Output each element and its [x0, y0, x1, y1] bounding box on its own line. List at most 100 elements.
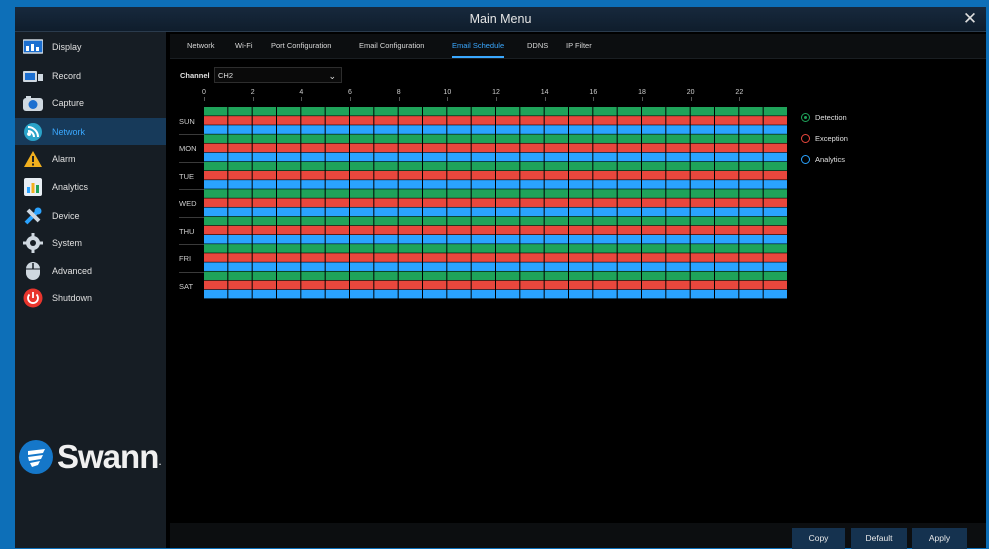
schedule-cell-mon-exception-16[interactable] [593, 143, 617, 153]
schedule-cell-fri-detection-21[interactable] [715, 244, 739, 253]
schedule-cell-thu-exception-13[interactable] [520, 225, 544, 235]
schedule-cell-fri-analytics-6[interactable] [350, 262, 374, 271]
schedule-cell-mon-analytics-4[interactable] [301, 152, 325, 162]
schedule-cell-mon-analytics-17[interactable] [617, 152, 641, 162]
schedule-cell-sun-exception-13[interactable] [520, 116, 544, 125]
schedule-cell-sat-analytics-10[interactable] [447, 289, 471, 299]
schedule-cell-tue-analytics-11[interactable] [471, 180, 495, 189]
schedule-cell-thu-analytics-13[interactable] [520, 235, 544, 244]
schedule-cell-sun-exception-7[interactable] [374, 116, 398, 125]
schedule-cell-tue-exception-10[interactable] [447, 171, 471, 180]
schedule-cell-tue-detection-6[interactable] [350, 161, 374, 171]
schedule-cell-thu-detection-4[interactable] [301, 216, 325, 226]
schedule-cell-sun-analytics-14[interactable] [544, 125, 568, 134]
schedule-cell-mon-exception-15[interactable] [569, 143, 593, 153]
schedule-cell-tue-detection-2[interactable] [252, 161, 276, 171]
schedule-cell-sun-detection-16[interactable] [593, 107, 617, 116]
schedule-cell-sun-detection-18[interactable] [642, 107, 666, 116]
schedule-cell-fri-detection-13[interactable] [520, 244, 544, 253]
schedule-cell-wed-detection-1[interactable] [228, 189, 252, 198]
schedule-cell-mon-detection-16[interactable] [593, 134, 617, 143]
tab-email-schedule[interactable]: Email Schedule [452, 34, 505, 58]
schedule-cell-sat-exception-21[interactable] [715, 280, 739, 290]
schedule-cell-mon-detection-20[interactable] [690, 134, 714, 143]
schedule-cell-sun-detection-19[interactable] [666, 107, 690, 116]
schedule-cell-fri-detection-18[interactable] [642, 244, 666, 253]
schedule-cell-fri-detection-10[interactable] [447, 244, 471, 253]
schedule-cell-thu-analytics-0[interactable] [204, 235, 228, 244]
schedule-cell-thu-exception-21[interactable] [715, 225, 739, 235]
schedule-cell-sat-analytics-21[interactable] [715, 289, 739, 299]
schedule-cell-wed-detection-15[interactable] [569, 189, 593, 198]
schedule-cell-thu-analytics-3[interactable] [277, 235, 301, 244]
schedule-cell-mon-exception-3[interactable] [277, 143, 301, 153]
schedule-cell-sun-exception-5[interactable] [325, 116, 349, 125]
schedule-cell-wed-detection-10[interactable] [447, 189, 471, 198]
schedule-cell-tue-detection-8[interactable] [398, 161, 422, 171]
schedule-cell-fri-detection-5[interactable] [325, 244, 349, 253]
sidebar-item-system[interactable]: System [15, 229, 166, 256]
schedule-cell-tue-analytics-10[interactable] [447, 180, 471, 189]
schedule-cell-sat-detection-2[interactable] [252, 271, 276, 281]
schedule-cell-wed-detection-23[interactable] [763, 189, 787, 198]
schedule-cell-mon-detection-21[interactable] [715, 134, 739, 143]
schedule-cell-sat-exception-11[interactable] [471, 280, 495, 290]
schedule-cell-thu-exception-22[interactable] [739, 225, 763, 235]
schedule-cell-wed-detection-2[interactable] [252, 189, 276, 198]
schedule-cell-thu-detection-22[interactable] [739, 216, 763, 226]
schedule-cell-thu-exception-4[interactable] [301, 225, 325, 235]
schedule-cell-sat-analytics-15[interactable] [569, 289, 593, 299]
schedule-cell-thu-detection-10[interactable] [447, 216, 471, 226]
schedule-cell-mon-detection-1[interactable] [228, 134, 252, 143]
schedule-cell-wed-exception-22[interactable] [739, 198, 763, 207]
schedule-cell-sun-detection-6[interactable] [350, 107, 374, 116]
schedule-cell-sun-detection-21[interactable] [715, 107, 739, 116]
tab-email-configuration[interactable]: Email Configuration [359, 34, 424, 58]
schedule-cell-fri-analytics-22[interactable] [739, 262, 763, 271]
schedule-cell-sat-detection-9[interactable] [423, 271, 447, 281]
schedule-cell-fri-exception-5[interactable] [325, 253, 349, 262]
schedule-cell-wed-analytics-20[interactable] [690, 207, 714, 217]
schedule-cell-tue-detection-17[interactable] [617, 161, 641, 171]
schedule-cell-wed-exception-3[interactable] [277, 198, 301, 207]
schedule-cell-mon-analytics-5[interactable] [325, 152, 349, 162]
schedule-cell-sun-detection-14[interactable] [544, 107, 568, 116]
schedule-cell-sun-detection-20[interactable] [690, 107, 714, 116]
schedule-cell-sun-exception-15[interactable] [569, 116, 593, 125]
schedule-cell-wed-analytics-17[interactable] [617, 207, 641, 217]
schedule-cell-sat-detection-15[interactable] [569, 271, 593, 281]
legend-exception[interactable]: Exception [801, 134, 848, 143]
schedule-cell-sat-detection-8[interactable] [398, 271, 422, 281]
schedule-cell-sat-detection-20[interactable] [690, 271, 714, 281]
schedule-cell-sun-detection-0[interactable] [204, 107, 228, 116]
schedule-cell-mon-analytics-12[interactable] [496, 152, 520, 162]
schedule-cell-thu-detection-5[interactable] [325, 216, 349, 226]
schedule-cell-sat-exception-15[interactable] [569, 280, 593, 290]
schedule-cell-mon-analytics-3[interactable] [277, 152, 301, 162]
schedule-cell-fri-exception-8[interactable] [398, 253, 422, 262]
schedule-cell-mon-detection-12[interactable] [496, 134, 520, 143]
schedule-cell-sun-detection-4[interactable] [301, 107, 325, 116]
schedule-cell-wed-detection-11[interactable] [471, 189, 495, 198]
schedule-cell-thu-detection-1[interactable] [228, 216, 252, 226]
schedule-cell-tue-exception-0[interactable] [204, 171, 228, 180]
schedule-cell-tue-detection-13[interactable] [520, 161, 544, 171]
schedule-cell-fri-detection-3[interactable] [277, 244, 301, 253]
schedule-cell-mon-detection-18[interactable] [642, 134, 666, 143]
schedule-cell-wed-analytics-6[interactable] [350, 207, 374, 217]
schedule-cell-sat-analytics-2[interactable] [252, 289, 276, 299]
schedule-cell-tue-exception-4[interactable] [301, 171, 325, 180]
schedule-cell-sun-analytics-1[interactable] [228, 125, 252, 134]
schedule-cell-sat-exception-7[interactable] [374, 280, 398, 290]
schedule-cell-sun-detection-15[interactable] [569, 107, 593, 116]
schedule-cell-mon-exception-4[interactable] [301, 143, 325, 153]
schedule-cell-mon-detection-13[interactable] [520, 134, 544, 143]
schedule-cell-tue-analytics-18[interactable] [642, 180, 666, 189]
schedule-cell-sun-analytics-13[interactable] [520, 125, 544, 134]
schedule-cell-sat-analytics-16[interactable] [593, 289, 617, 299]
schedule-cell-thu-detection-2[interactable] [252, 216, 276, 226]
schedule-cell-sun-analytics-12[interactable] [496, 125, 520, 134]
schedule-cell-wed-analytics-10[interactable] [447, 207, 471, 217]
schedule-cell-wed-detection-7[interactable] [374, 189, 398, 198]
schedule-cell-wed-detection-21[interactable] [715, 189, 739, 198]
